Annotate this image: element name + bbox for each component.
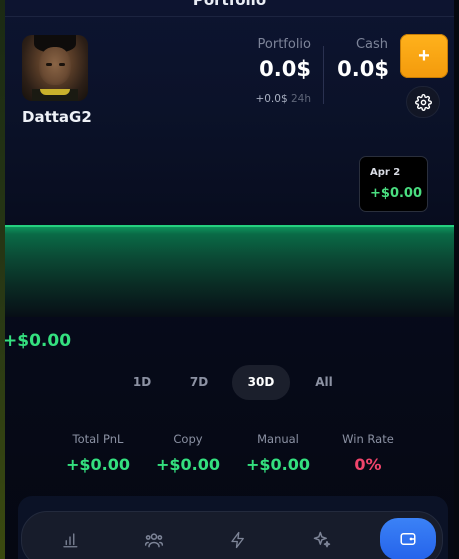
portfolio-value: 0.0$ [259,57,311,81]
cash-value: 0.0$ [337,57,389,81]
chart-area-fill [5,225,454,317]
chart-series-line [5,225,454,227]
bar-chart-icon [63,533,78,548]
metric-win-rate: Win Rate 0% [323,432,413,474]
bottom-nav [21,511,443,559]
metric-value: +$0.00 [155,455,220,474]
portfolio-label: Portfolio [257,37,311,52]
users-icon [144,533,164,548]
portfolio-screen: Portfolio DattaG2 Portfolio 0.0$ +0.0$ 2… [5,0,454,559]
nav-item-trade[interactable] [213,521,263,559]
time-range-tabs: 1D 7D 30D All [115,365,345,400]
username: DattaG2 [22,108,92,126]
nav-item-discover[interactable] [297,521,347,559]
portfolio-change-period: 24h [290,93,311,105]
metric-manual: Manual +$0.00 [233,432,323,474]
avatar[interactable] [22,35,88,101]
wallet-icon [400,533,416,545]
page-title: Portfolio [192,0,267,9]
tab-7d[interactable]: 7D [176,365,222,400]
metric-total-pnl: Total PnL +$0.00 [53,432,143,474]
pnl-chart[interactable] [5,225,454,317]
metric-value: +$0.00 [245,455,310,474]
portfolio-change: +0.0$ 24h [205,93,311,105]
cash-label: Cash [355,37,388,52]
sparkle-icon [313,531,331,548]
metric-value: +$0.00 [65,455,130,474]
add-funds-button[interactable]: + [400,34,448,78]
metric-label: Manual [257,432,299,446]
metric-label: Total PnL [72,432,124,446]
header: Portfolio [5,0,454,17]
metric-label: Win Rate [342,432,394,446]
tab-1d[interactable]: 1D [119,365,165,400]
chart-tooltip: Apr 2 +$0.00 [359,156,428,212]
metric-value: 0% [354,455,382,474]
pnl-value: +$0.00 [5,331,72,351]
portfolio-change-value: +0.0$ [255,93,288,105]
metric-copy: Copy +$0.00 [143,432,233,474]
lightning-icon [231,531,244,549]
tab-all[interactable]: All [301,365,347,400]
tooltip-value: +$0.00 [370,186,423,201]
nav-item-wallet[interactable] [380,518,436,559]
tooltip-date: Apr 2 [370,167,401,178]
gear-icon [414,93,432,111]
tab-30d[interactable]: 30D [232,365,290,400]
settings-button[interactable] [406,86,440,118]
metric-label: Copy [173,432,203,446]
nav-item-social[interactable] [129,521,179,559]
nav-item-stats[interactable] [45,521,95,559]
